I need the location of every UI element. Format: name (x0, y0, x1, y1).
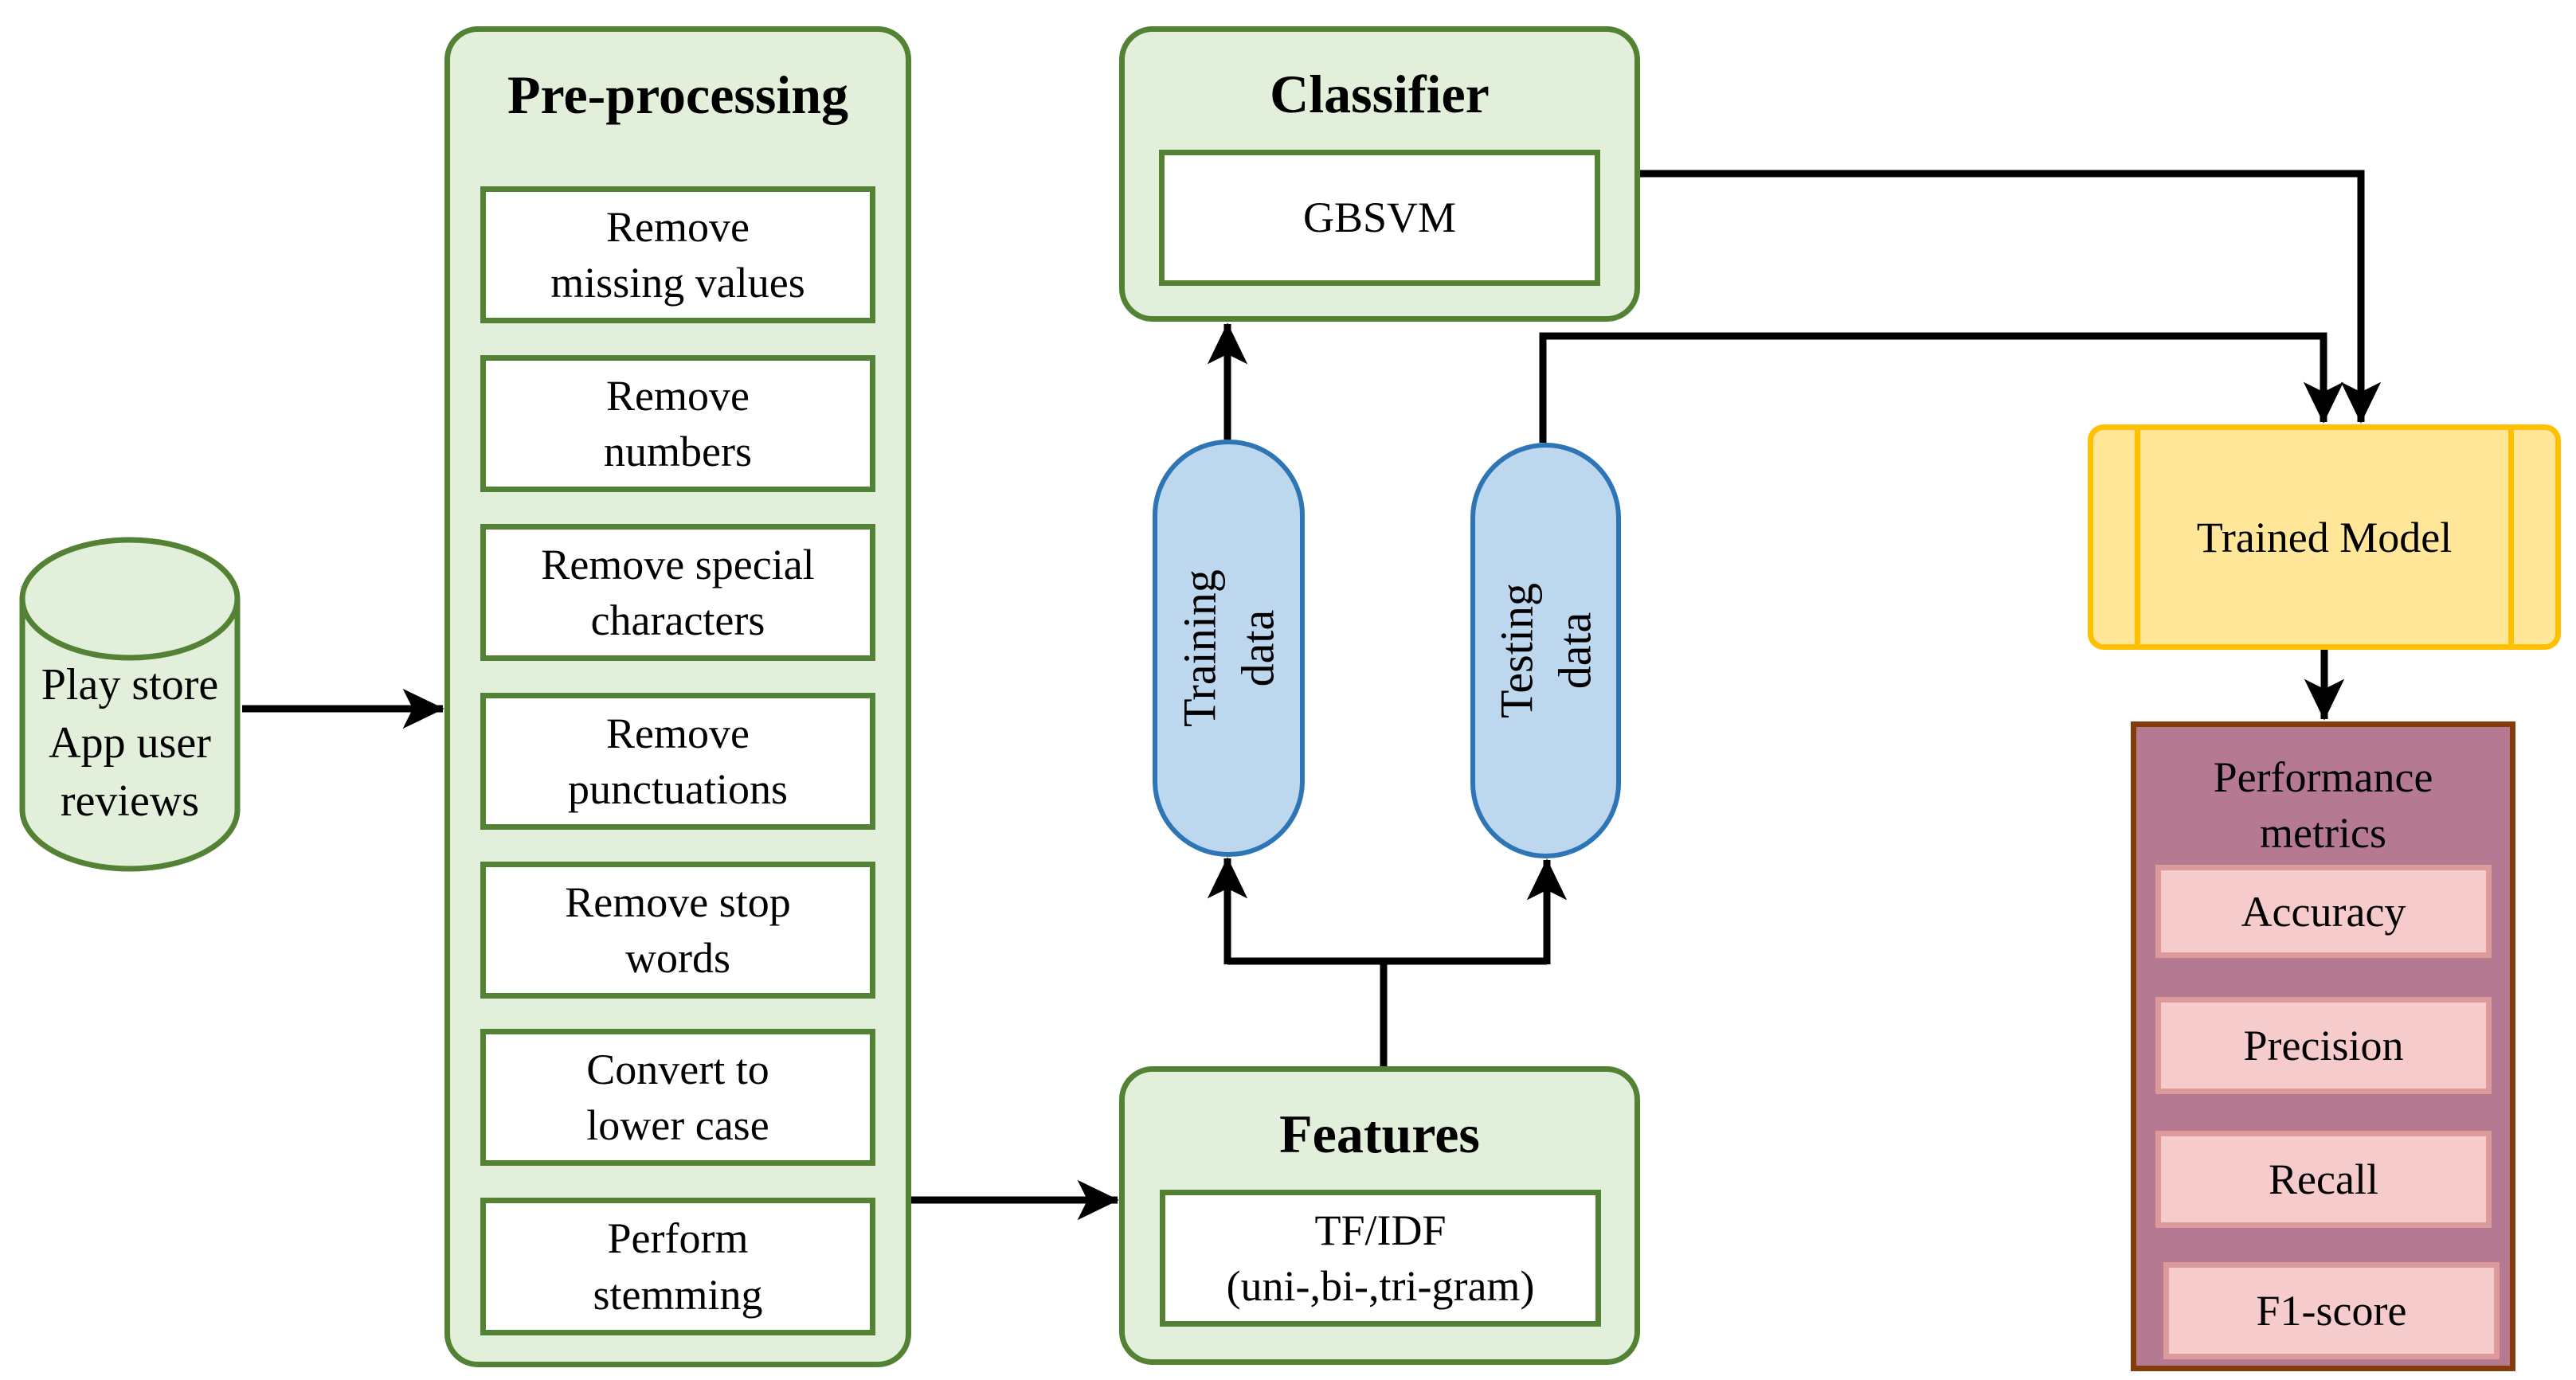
arrow-classifier-to-trained-model (1640, 170, 2382, 424)
arrow-testing-to-trained-model (1539, 332, 2344, 443)
connectors-layer (242, 170, 2382, 1221)
